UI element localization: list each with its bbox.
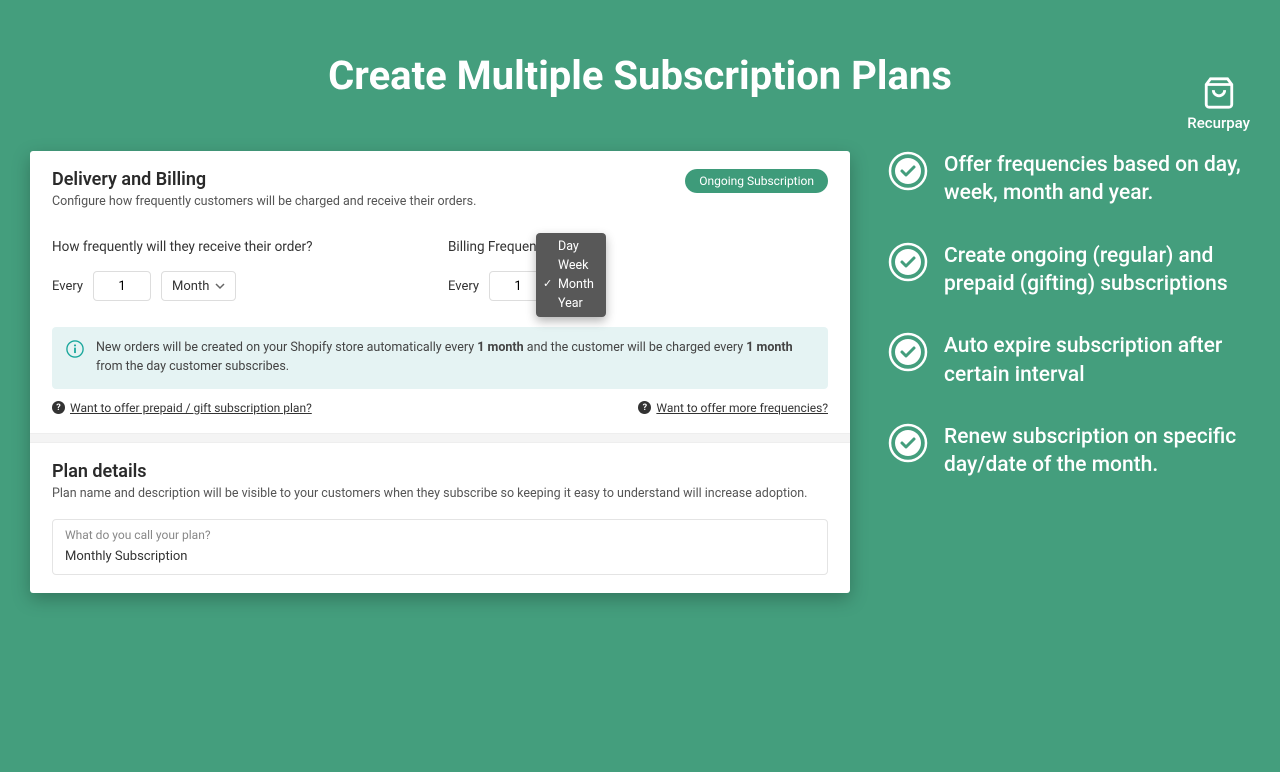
page-title: Create Multiple Subscription Plans <box>0 52 1280 99</box>
delivery-billing-section: Delivery and Billing Configure how frequ… <box>30 151 850 433</box>
feature-item: Create ongoing (regular) and prepaid (gi… <box>888 242 1250 299</box>
feature-text: Renew subscription on specific day/date … <box>944 423 1250 480</box>
check-circle-icon <box>888 423 928 463</box>
chevron-down-icon <box>215 281 225 291</box>
feature-list: Offer frequencies based on day, week, mo… <box>888 151 1250 514</box>
info-text: New orders will be created on your Shopi… <box>96 339 814 377</box>
section-divider <box>30 433 850 443</box>
brand-name: Recurpay <box>1187 114 1250 132</box>
billing-unit-dropdown[interactable]: Day Week Month Year <box>536 233 606 317</box>
subscription-type-badge: Ongoing Subscription <box>685 169 828 193</box>
plan-details-subtitle: Plan name and description will be visibl… <box>52 486 828 501</box>
check-circle-icon <box>888 151 928 191</box>
frequencies-help-link[interactable]: ? Want to offer more frequencies? <box>638 401 828 415</box>
question-icon: ? <box>52 401 65 414</box>
feature-text: Auto expire subscription after certain i… <box>944 332 1250 389</box>
feature-text: Offer frequencies based on day, week, mo… <box>944 151 1250 208</box>
plan-details-title: Plan details <box>52 461 828 482</box>
order-unit-select[interactable]: Month <box>161 271 236 301</box>
plan-name-label: What do you call your plan? <box>65 528 815 542</box>
delivery-subtitle: Configure how frequently customers will … <box>52 194 476 209</box>
feature-item: Auto expire subscription after certain i… <box>888 332 1250 389</box>
every-label-billing: Every <box>448 279 479 294</box>
delivery-title: Delivery and Billing <box>52 169 476 190</box>
feature-text: Create ongoing (regular) and prepaid (gi… <box>944 242 1250 299</box>
billing-frequency-label: Billing Frequency <box>448 239 550 255</box>
feature-item: Renew subscription on specific day/date … <box>888 423 1250 480</box>
prepaid-help-link[interactable]: ? Want to offer prepaid / gift subscript… <box>52 401 312 415</box>
settings-card: Delivery and Billing Configure how frequ… <box>30 151 850 593</box>
dropdown-option-year[interactable]: Year <box>536 294 606 313</box>
brand-logo: Recurpay <box>1187 76 1250 132</box>
info-callout: New orders will be created on your Shopi… <box>52 327 828 389</box>
question-icon: ? <box>638 401 651 414</box>
dropdown-option-week[interactable]: Week <box>536 256 606 275</box>
dropdown-option-day[interactable]: Day <box>536 237 606 256</box>
order-frequency-label: How frequently will they receive their o… <box>52 239 448 255</box>
info-icon <box>66 340 84 358</box>
check-circle-icon <box>888 242 928 282</box>
dropdown-option-month[interactable]: Month <box>536 275 606 294</box>
plan-name-field[interactable]: What do you call your plan? <box>52 519 828 575</box>
feature-item: Offer frequencies based on day, week, mo… <box>888 151 1250 208</box>
every-label: Every <box>52 279 83 294</box>
check-circle-icon <box>888 332 928 372</box>
order-unit-value: Month <box>172 279 209 294</box>
order-qty-input[interactable] <box>93 271 151 301</box>
shopping-bag-icon <box>1202 76 1236 110</box>
plan-details-section: Plan details Plan name and description w… <box>30 443 850 593</box>
plan-name-input[interactable] <box>65 549 815 564</box>
